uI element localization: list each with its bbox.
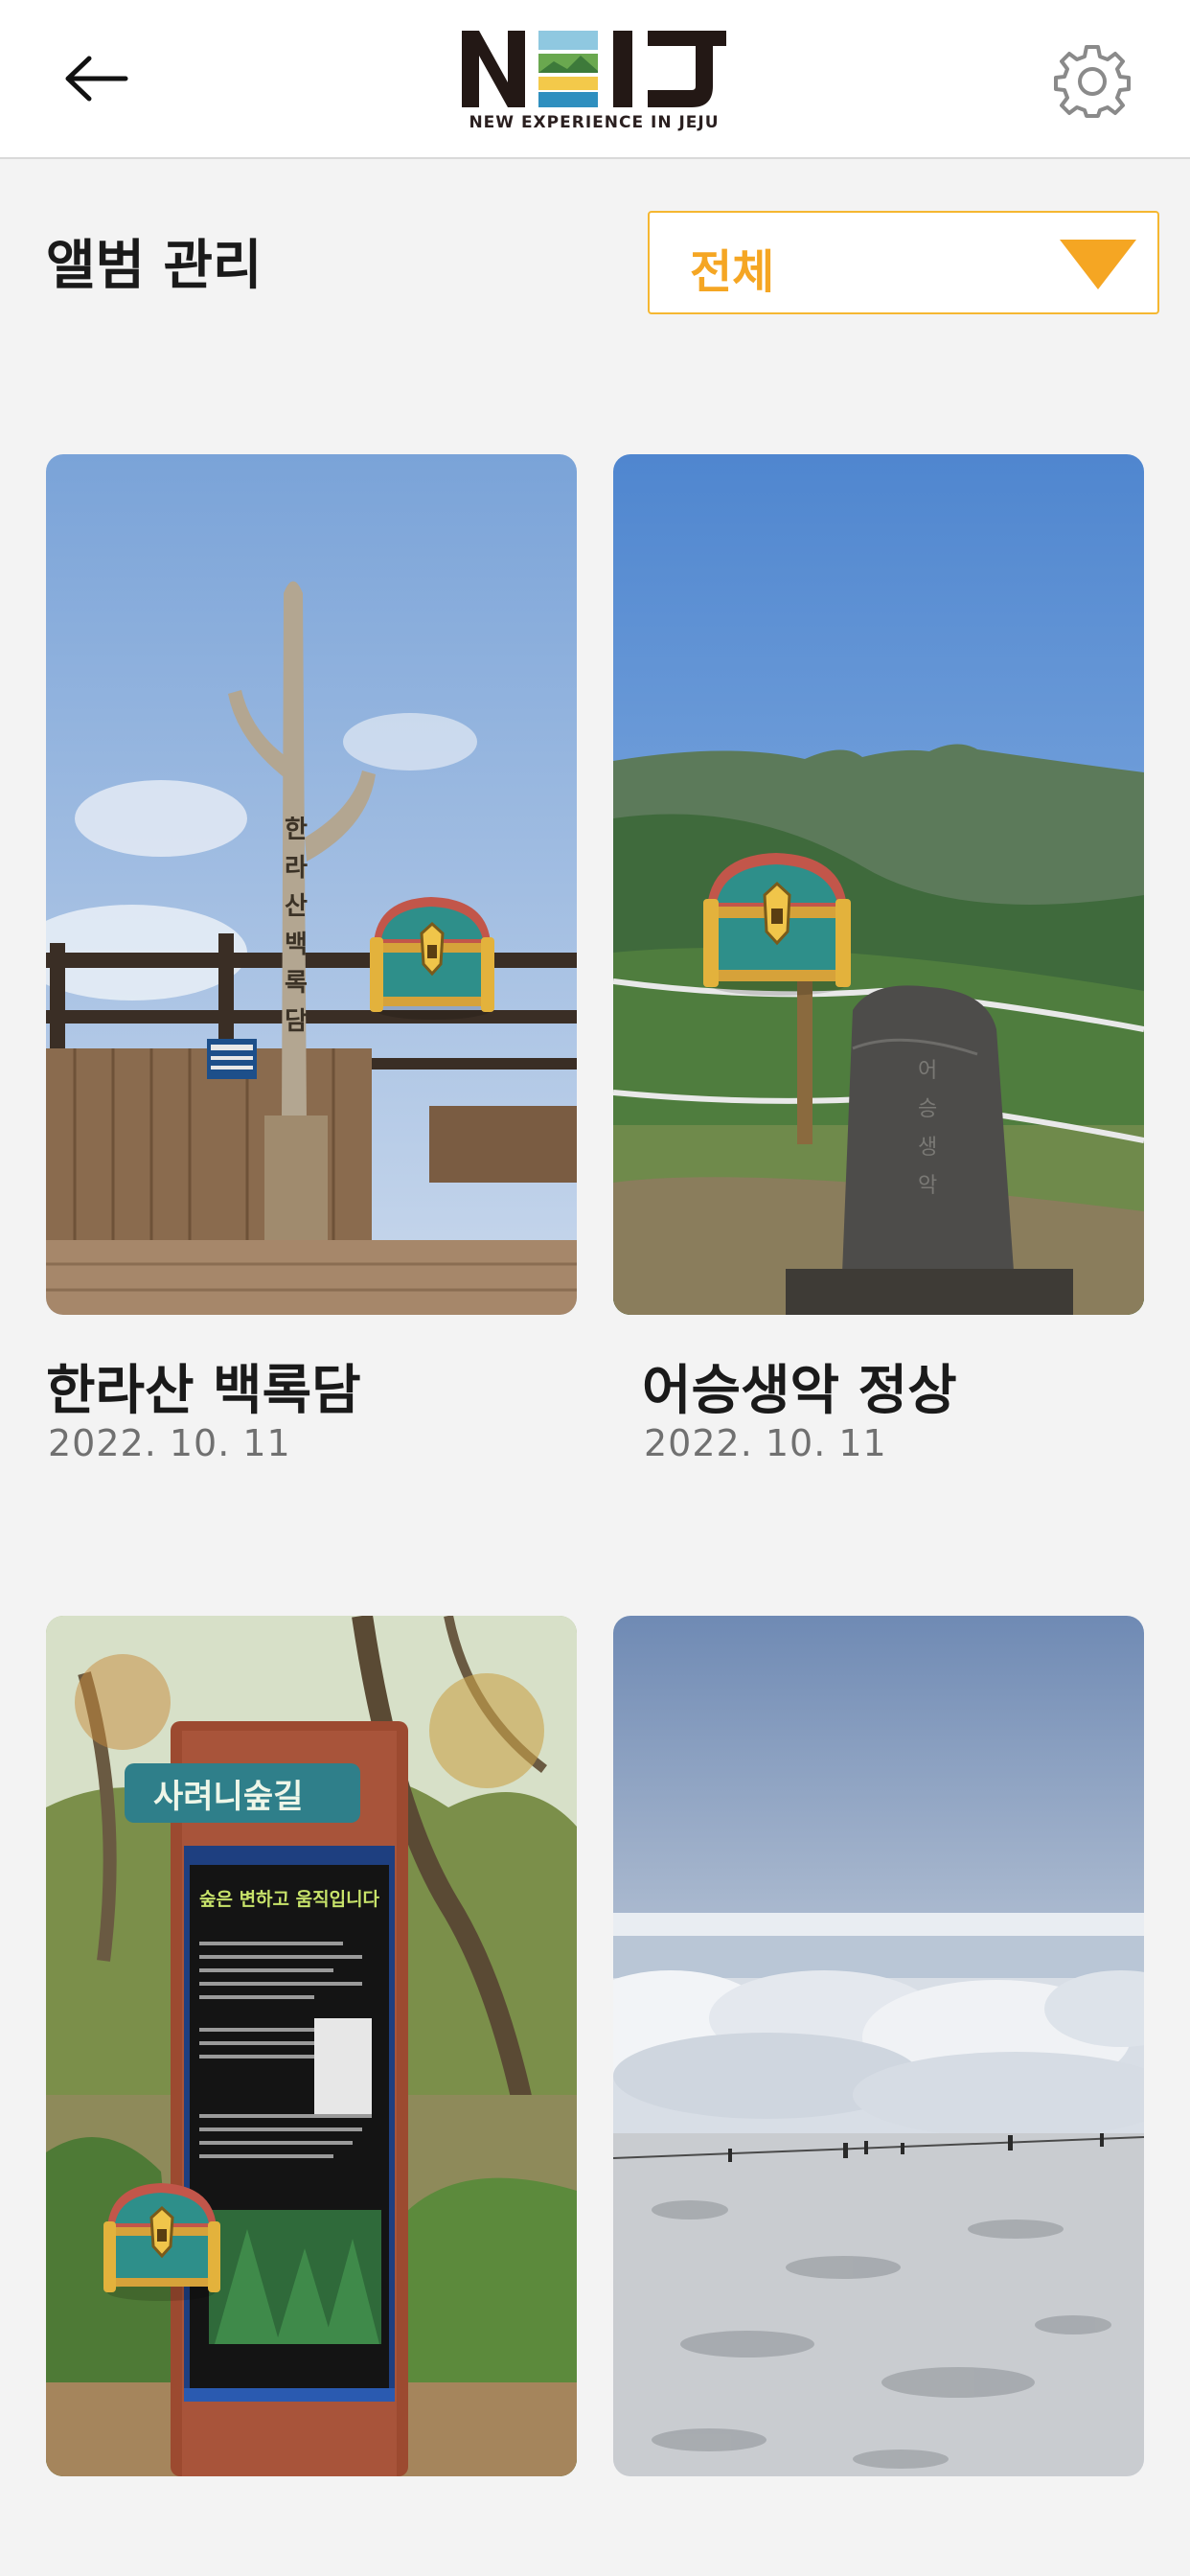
album-photo[interactable]: 사려니숲길 숲은 변하고 움직입니다 bbox=[46, 1616, 577, 2476]
sign-headline: 숲은 변하고 움직입니다 bbox=[199, 1889, 380, 1910]
gear-icon bbox=[1054, 45, 1131, 118]
album-photo[interactable]: 한라 산백 록담 bbox=[46, 454, 577, 1315]
album-date: 2022. 10. 11 bbox=[48, 1422, 291, 1464]
filter-selected-value: 전체 bbox=[690, 245, 775, 299]
svg-text:한: 한 bbox=[285, 816, 308, 844]
album-card[interactable] bbox=[613, 1616, 1144, 2476]
album-card[interactable]: 한라 산백 록담 한라산 백록담 2022. 10. 11 bbox=[46, 454, 577, 1464]
album-photo[interactable] bbox=[613, 1616, 1144, 2476]
album-title: 어승생악 정상 bbox=[642, 1360, 957, 1422]
triangle-down-icon bbox=[1060, 240, 1136, 289]
back-button[interactable] bbox=[50, 38, 142, 119]
logo-wordmark bbox=[462, 31, 726, 107]
album-photo[interactable]: 어승 생악 bbox=[613, 454, 1144, 1315]
svg-text:악: 악 bbox=[918, 1174, 937, 1198]
album-title: 한라산 백록담 bbox=[46, 1360, 361, 1422]
svg-text:라: 라 bbox=[285, 854, 308, 883]
svg-text:생: 생 bbox=[918, 1136, 937, 1160]
arrow-left-icon bbox=[65, 56, 128, 102]
album-card[interactable]: 사려니숲길 숲은 변하고 움직입니다 bbox=[46, 1616, 577, 2476]
logo-tagline: NEW EXPERIENCE IN JEJU bbox=[469, 113, 720, 132]
album-filter-dropdown[interactable]: 전체 bbox=[648, 211, 1159, 314]
svg-text:승: 승 bbox=[918, 1097, 937, 1121]
svg-text:록: 록 bbox=[285, 969, 308, 998]
svg-text:어: 어 bbox=[918, 1059, 937, 1083]
svg-text:산: 산 bbox=[285, 892, 308, 921]
page-title: 앨범 관리 bbox=[46, 235, 263, 297]
sign-text: 사려니숲길 bbox=[153, 1778, 303, 1816]
svg-text:담: 담 bbox=[285, 1007, 308, 1036]
album-date: 2022. 10. 11 bbox=[644, 1422, 887, 1464]
album-card[interactable]: 어승 생악 어승생악 정상 2022. 10. 11 bbox=[613, 454, 1144, 1464]
app-header: NEW EXPERIENCE IN JEJU bbox=[0, 0, 1190, 159]
settings-button[interactable] bbox=[1046, 38, 1138, 125]
svg-text:백: 백 bbox=[285, 931, 308, 959]
app-logo: NEW EXPERIENCE IN JEJU bbox=[450, 25, 738, 138]
